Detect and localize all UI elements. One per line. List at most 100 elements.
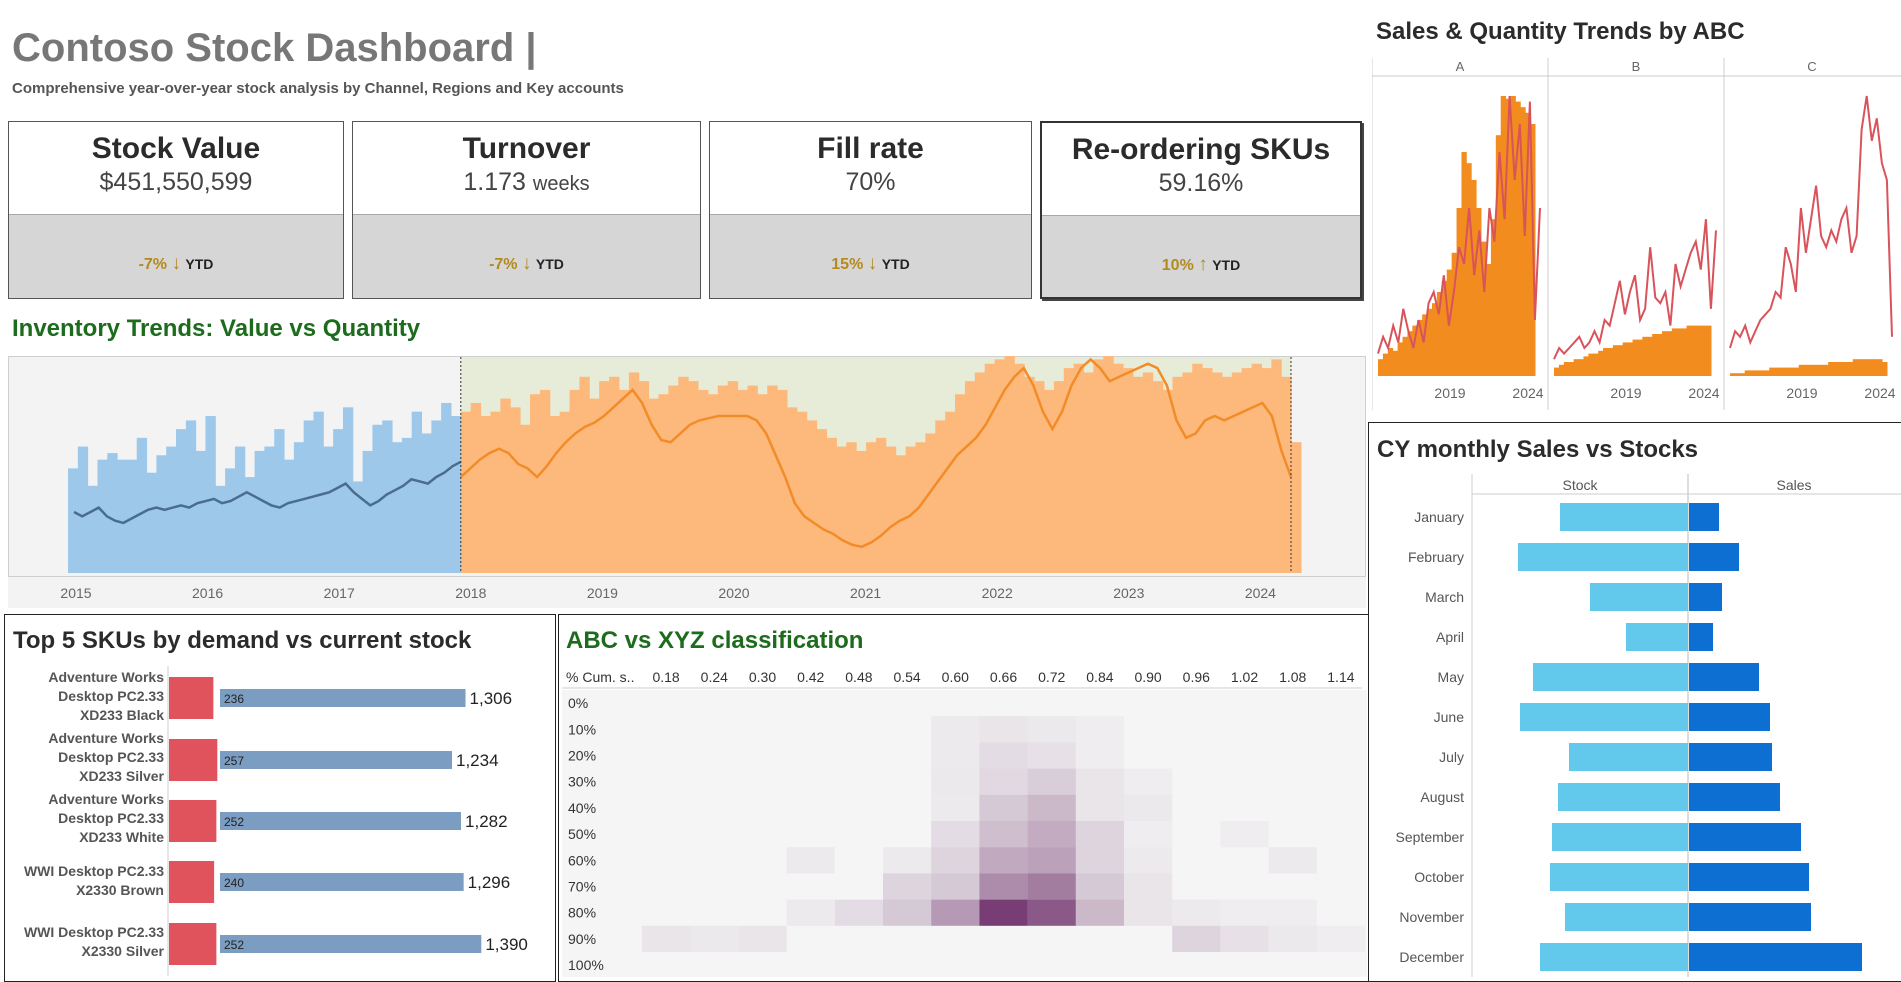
kpi-card-stock-value[interactable]: Stock Value $451,550,599 -7% ↓ YTD	[8, 121, 344, 299]
inventory-bar	[737, 389, 748, 573]
month-label: November	[1399, 909, 1464, 925]
sales-bar	[1689, 823, 1801, 851]
inventory-bar	[68, 468, 79, 573]
stock-bar	[1552, 823, 1688, 851]
heatmap-cell	[1172, 925, 1221, 952]
x-tick-label: 2024	[1512, 385, 1543, 401]
inventory-bar	[767, 385, 778, 573]
inventory-bar	[1202, 368, 1213, 573]
inventory-bar	[856, 450, 867, 573]
inventory-bar	[362, 450, 373, 573]
inventory-bar	[333, 429, 344, 573]
sku-label: Adventure Works Desktop PC2.33 XD233 Silve…	[14, 729, 164, 786]
inventory-bar	[1192, 363, 1203, 573]
abc-bar	[1764, 370, 1770, 376]
inventory-bar	[470, 402, 482, 573]
heatmap-cell	[1027, 794, 1076, 821]
inventory-bar	[510, 407, 521, 573]
abc-bar	[1652, 334, 1658, 376]
heatmap-cell	[1075, 899, 1124, 926]
inventory-bar	[1182, 372, 1193, 573]
heatmap-cell	[1027, 847, 1076, 874]
sales-bar	[1689, 543, 1739, 571]
inventory-bar	[678, 376, 689, 573]
inventory-bar	[875, 437, 887, 573]
stock-bar	[1560, 503, 1688, 531]
kpi-card-reordering-skus[interactable]: Re-ordering SKUs 59.16% 10% ↑ YTD	[1040, 121, 1362, 299]
abc-bar	[1749, 370, 1755, 376]
heatmap-cell	[1220, 821, 1269, 848]
stock-bar	[1550, 863, 1688, 891]
abc-bar	[1558, 364, 1565, 376]
month-label: April	[1436, 629, 1464, 645]
inventory-bar	[974, 372, 986, 573]
abc-bar	[1402, 336, 1408, 376]
x-tick-label: 0.66	[990, 669, 1017, 685]
demand-value-label: 257	[224, 754, 244, 768]
sku-label-line: Adventure Works	[48, 730, 164, 746]
abc-bar	[1622, 342, 1629, 376]
inventory-bar	[490, 411, 501, 573]
inventory-bar	[500, 398, 511, 573]
heatmap-cell	[931, 847, 980, 874]
abcxyz-heatmap[interactable]: % Cum. s.. 0.18 0.24 0.30 0.42 0.48 0.54 0.60 0.…	[562, 664, 1367, 977]
kpi-card-fill-rate[interactable]: Fill rate 70% 15% ↓ YTD	[709, 121, 1032, 299]
abc-bar	[1554, 367, 1560, 376]
inventory-bar	[215, 485, 226, 573]
kpi-change: -7%	[138, 256, 168, 273]
abc-bar	[1608, 348, 1614, 376]
abc-bar	[1568, 362, 1575, 376]
abc-bar	[1838, 362, 1844, 376]
inventory-bar	[1212, 372, 1223, 573]
inventory-bar	[195, 450, 206, 573]
inventory-bar	[816, 429, 828, 573]
inventory-bar	[846, 442, 857, 573]
kpi-change: 10%	[1161, 257, 1194, 274]
inventory-bar	[1291, 442, 1302, 573]
kpi-period: YTD	[881, 256, 910, 272]
heatmap-cell	[1075, 768, 1124, 795]
inventory-bar	[1063, 368, 1075, 573]
inventory-bar	[539, 389, 551, 573]
x-tick-label: 2019	[1434, 385, 1465, 401]
sku-label: WWI Desktop PC2.33 X2330 Silver	[14, 923, 164, 961]
sales-bar	[1689, 703, 1770, 731]
stock-value-label: 1,306	[470, 689, 513, 708]
heatmap-cell	[979, 768, 1028, 795]
x-tick-label: 0.18	[652, 669, 679, 685]
abc-bar	[1671, 328, 1678, 376]
abc-bar	[1867, 359, 1873, 376]
heatmap-cell	[1124, 768, 1173, 795]
stock-value-label: 1,234	[456, 751, 499, 770]
abc-bar	[1392, 350, 1399, 376]
sku-label-line: WWI Desktop PC2.33	[23, 863, 164, 879]
abc-bar	[1427, 308, 1433, 376]
inventory-bar	[234, 446, 246, 573]
stock-bar	[1626, 623, 1688, 651]
abc-bar	[1696, 325, 1702, 376]
heatmap-cell	[931, 768, 980, 795]
inventory-bar	[895, 455, 907, 573]
inventory-bar	[984, 363, 996, 573]
abc-bar	[1852, 359, 1859, 376]
abc-bar	[1490, 219, 1497, 376]
heatmap-cell	[979, 873, 1028, 900]
inventory-trends-chart[interactable]: 2015 2016 2017 2018 2019 2020 2021 2022 2023 2024	[8, 356, 1366, 608]
top5-chart[interactable]: 236 1,306 257 1,234 252 1,282 240 1,296 252 1,390	[165, 666, 553, 976]
sku-label-line: X2330 Brown	[76, 882, 164, 898]
kpi-card-turnover[interactable]: Turnover 1.173 weeks -7% ↓ YTD	[352, 121, 701, 299]
arrow-up-icon: ↑	[1198, 254, 1208, 275]
inventory-bar	[1113, 363, 1124, 573]
x-tick-label: 0.48	[845, 669, 872, 685]
inventory-bar	[628, 372, 640, 573]
abc-bar	[1471, 180, 1477, 376]
abc-bar	[1877, 359, 1883, 376]
sku-label-line: Desktop PC2.33	[58, 749, 164, 765]
abc-bar	[1744, 370, 1751, 376]
abc-trends-chart[interactable]: A 2019 2024 B 2019 2024 C 2019 2024	[1372, 58, 1901, 410]
heatmap-cell	[1268, 899, 1317, 926]
abc-bar	[1632, 339, 1638, 376]
monthly-chart[interactable]: Stock Sales January February March April May Ju…	[1372, 474, 1901, 977]
abc-bar	[1378, 359, 1384, 376]
stock-bar	[220, 689, 466, 707]
